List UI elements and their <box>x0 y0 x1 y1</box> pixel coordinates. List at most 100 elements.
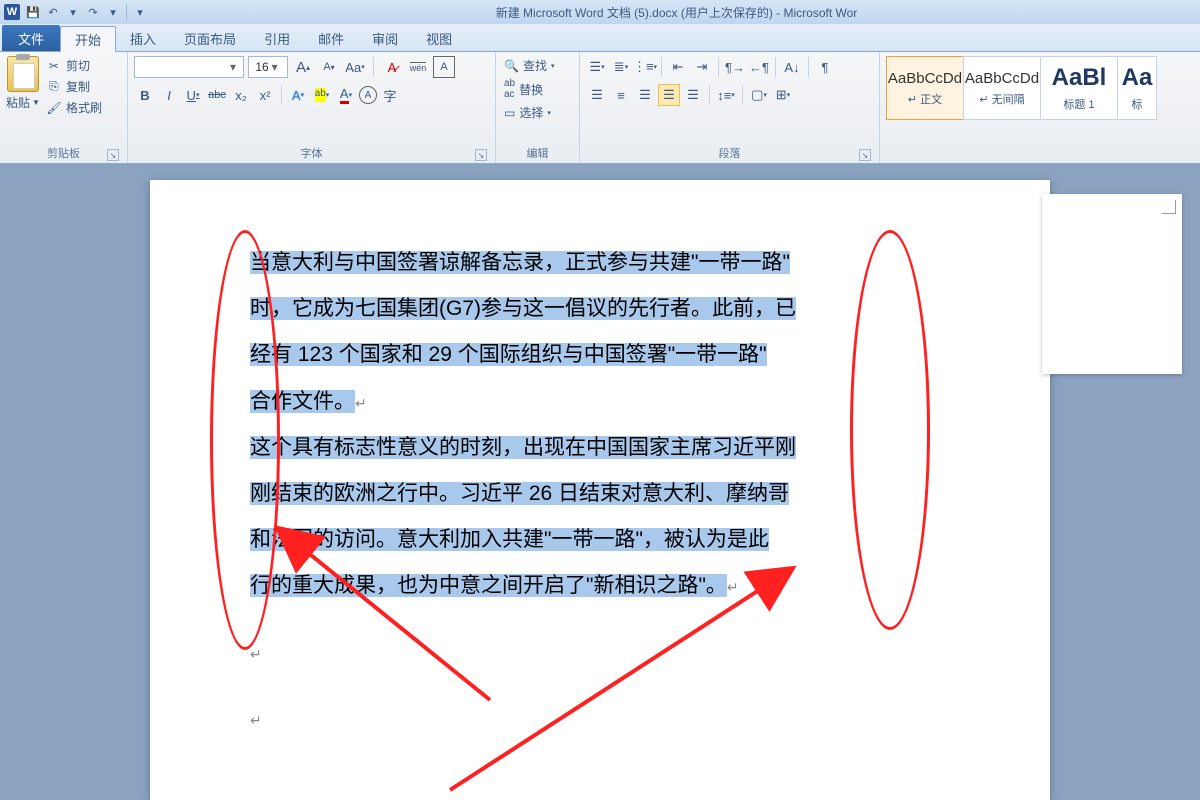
highlight-button[interactable]: ab▾ <box>311 84 333 106</box>
find-button[interactable]: 🔍查找▾ <box>502 56 573 75</box>
paste-button[interactable]: 粘贴▼ <box>6 56 40 111</box>
shading-button[interactable]: ▢▾ <box>748 84 770 106</box>
document-area: 当意大利与中国签署谅解备忘录，正式参与共建"一带一路" 时，它成为七国集团(G7… <box>0 164 1200 800</box>
group-label-editing: 编辑 <box>502 143 573 163</box>
next-page-preview <box>1042 194 1182 374</box>
separator <box>775 57 776 77</box>
selected-text[interactable]: 合作文件。 <box>250 390 355 413</box>
undo-button[interactable]: ↶ <box>44 3 62 21</box>
word-icon: W <box>4 4 20 20</box>
redo-dropdown[interactable]: ▾ <box>104 3 122 21</box>
font-size-combo[interactable]: 16▾ <box>248 56 288 78</box>
page-corner-mark <box>1162 200 1176 214</box>
indent-decrease-button[interactable]: ⇤ <box>667 56 689 78</box>
tab-view[interactable]: 视图 <box>412 25 466 51</box>
sort-button[interactable]: A↓ <box>781 56 803 78</box>
separator <box>709 85 710 105</box>
circled-char-button[interactable]: A <box>359 86 377 104</box>
paragraph-mark: ↵ <box>355 395 367 411</box>
style-heading1[interactable]: AaBl 标题 1 <box>1040 56 1118 120</box>
copy-icon: ⎘ <box>46 79 62 95</box>
char-format-button[interactable]: 字 <box>379 84 401 106</box>
quick-access-toolbar: 💾 ↶ ▾ ↷ ▾ ▾ <box>24 3 149 21</box>
show-marks-button[interactable]: ¶ <box>814 56 836 78</box>
separator <box>281 85 282 105</box>
paragraph-launcher[interactable]: ↘ <box>859 149 871 161</box>
text-effect-button[interactable]: A▾ <box>287 84 309 106</box>
window-title: 新建 Microsoft Word 文档 (5).docx (用户上次保存的) … <box>157 4 1196 21</box>
font-family-combo[interactable]: ▾ <box>134 56 244 78</box>
font-color-button[interactable]: A▾ <box>335 84 357 106</box>
annotation-arrow-right <box>430 550 810 800</box>
superscript-button[interactable]: x² <box>254 84 276 106</box>
line-spacing-button[interactable]: ↕≡▾ <box>715 84 737 106</box>
tab-home[interactable]: 开始 <box>60 26 116 52</box>
subscript-button[interactable]: x₂ <box>230 84 252 106</box>
format-painter-button[interactable]: 🖌格式刷 <box>44 98 104 117</box>
qat-separator <box>126 4 127 20</box>
qat-customize[interactable]: ▾ <box>131 3 149 21</box>
style-normal[interactable]: AaBbCcDd ↵ 正文 <box>886 56 964 120</box>
font-launcher[interactable]: ↘ <box>475 149 487 161</box>
paragraph-mark: ↵ <box>250 712 262 728</box>
separator <box>661 57 662 77</box>
bullets-button[interactable]: ☰▾ <box>586 56 608 78</box>
align-distribute-button[interactable]: ☰ <box>682 84 704 106</box>
shrink-font-button[interactable]: A▾ <box>318 56 340 78</box>
group-label-font: 字体↘ <box>134 143 489 163</box>
select-button[interactable]: ▭选择▾ <box>502 103 573 122</box>
char-border-button[interactable]: A <box>433 56 455 78</box>
style-heading2[interactable]: Aa 标 <box>1117 56 1157 120</box>
align-center-button[interactable]: ≡ <box>610 84 632 106</box>
align-left-button[interactable]: ☰ <box>586 84 608 106</box>
paste-icon <box>7 56 39 92</box>
clear-format-button[interactable]: A̷ <box>381 56 403 78</box>
borders-button[interactable]: ⊞▾ <box>772 84 794 106</box>
change-case-button[interactable]: Aa▾ <box>344 56 366 78</box>
tab-file[interactable]: 文件 <box>2 25 60 51</box>
multilevel-button[interactable]: ⋮≡▾ <box>634 56 656 78</box>
indent-increase-button[interactable]: ⇥ <box>691 56 713 78</box>
find-icon: 🔍 <box>504 59 519 73</box>
selected-text[interactable]: 这个具有标志性意义的时刻，出现在中国国家主席习近平刚 <box>250 436 796 459</box>
grow-font-button[interactable]: A▴ <box>292 56 314 78</box>
italic-button[interactable]: I <box>158 84 180 106</box>
ribbon-tabs: 文件 开始 插入 页面布局 引用 邮件 审阅 视图 <box>0 24 1200 52</box>
ltr-button[interactable]: ¶→ <box>724 56 746 78</box>
pinyin-button[interactable]: wén <box>407 56 429 78</box>
ribbon: 粘贴▼ ✂剪切 ⎘复制 🖌格式刷 剪贴板↘ ▾ 16▾ A▴ A▾ Aa▾ A̷… <box>0 52 1200 164</box>
clipboard-launcher[interactable]: ↘ <box>107 149 119 161</box>
selected-text[interactable]: 时，它成为七国集团(G7)参与这一倡议的先行者。此前，已 <box>250 297 796 320</box>
copy-button[interactable]: ⎘复制 <box>44 77 104 96</box>
group-label-paragraph: 段落↘ <box>586 143 873 163</box>
selected-text[interactable]: 经有 123 个国家和 29 个国际组织与中国签署"一带一路" <box>250 343 767 366</box>
save-button[interactable]: 💾 <box>24 3 42 21</box>
selected-text[interactable]: 刚结束的欧洲之行中。习近平 26 日结束对意大利、摩纳哥 <box>250 482 789 505</box>
undo-dropdown[interactable]: ▾ <box>64 3 82 21</box>
tab-mail[interactable]: 邮件 <box>304 25 358 51</box>
group-label-clipboard: 剪贴板↘ <box>6 143 121 163</box>
replace-button[interactable]: abac替换 <box>502 77 573 101</box>
tab-layout[interactable]: 页面布局 <box>170 25 250 51</box>
style-nospace[interactable]: AaBbCcDd ↵ 无间隔 <box>963 56 1041 120</box>
redo-button[interactable]: ↷ <box>84 3 102 21</box>
scissors-icon: ✂ <box>46 58 62 74</box>
cut-button[interactable]: ✂剪切 <box>44 56 104 75</box>
page[interactable]: 当意大利与中国签署谅解备忘录，正式参与共建"一带一路" 时，它成为七国集团(G7… <box>150 180 1050 800</box>
selected-text[interactable]: 当意大利与中国签署谅解备忘录，正式参与共建"一带一路" <box>250 251 790 274</box>
numbering-button[interactable]: ≣▾ <box>610 56 632 78</box>
align-right-button[interactable]: ☰ <box>634 84 656 106</box>
select-icon: ▭ <box>504 106 515 120</box>
underline-button[interactable]: U▾ <box>182 84 204 106</box>
align-justify-button[interactable]: ☰ <box>658 84 680 106</box>
tab-references[interactable]: 引用 <box>250 25 304 51</box>
group-clipboard: 粘贴▼ ✂剪切 ⎘复制 🖌格式刷 剪贴板↘ <box>0 52 128 163</box>
separator <box>373 57 374 77</box>
rtl-button[interactable]: ←¶ <box>748 56 770 78</box>
group-styles: AaBbCcDd ↵ 正文 AaBbCcDd ↵ 无间隔 AaBl 标题 1 A… <box>880 52 1200 163</box>
separator <box>718 57 719 77</box>
tab-insert[interactable]: 插入 <box>116 25 170 51</box>
strike-button[interactable]: abc <box>206 84 228 106</box>
bold-button[interactable]: B <box>134 84 156 106</box>
tab-review[interactable]: 审阅 <box>358 25 412 51</box>
